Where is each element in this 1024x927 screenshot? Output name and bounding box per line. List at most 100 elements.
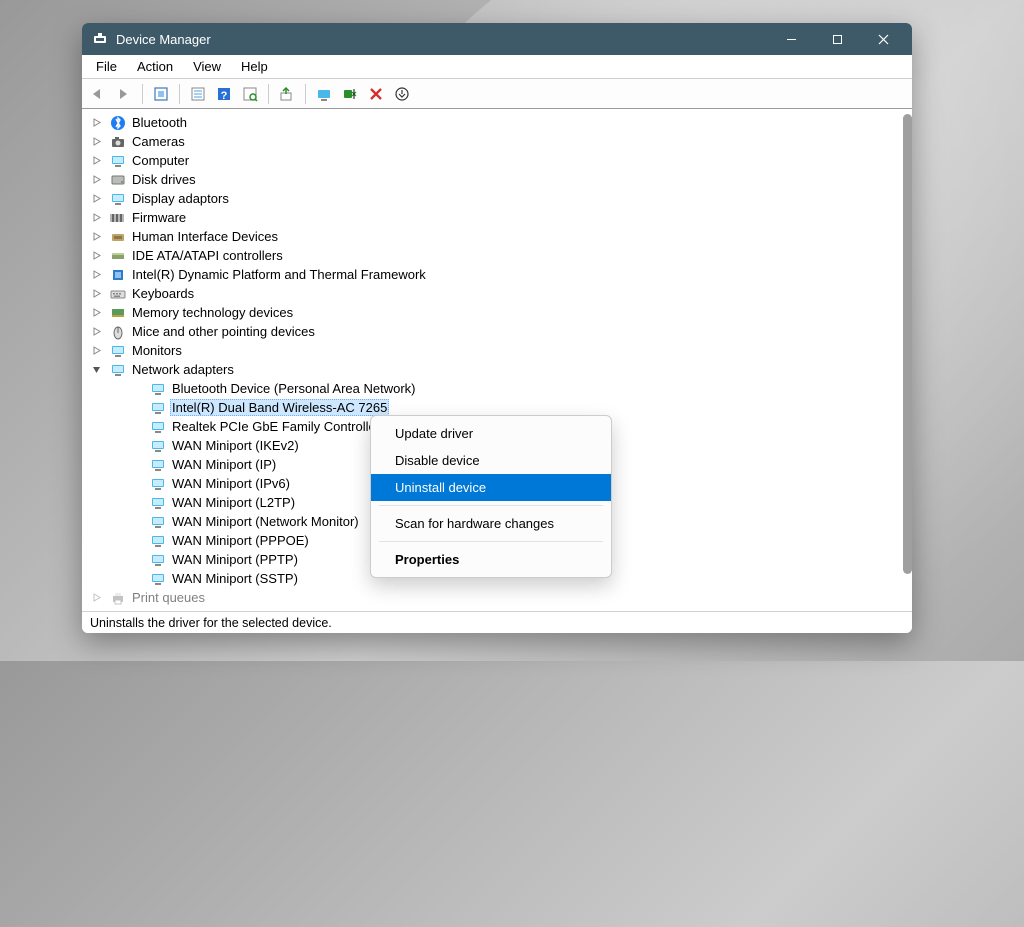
ctx-separator (379, 541, 603, 542)
show-hidden-button[interactable] (149, 82, 173, 106)
tree-category[interactable]: Computer (82, 151, 902, 170)
uninstall-device-button[interactable] (364, 82, 388, 106)
bluetooth-icon (110, 115, 126, 131)
tree-category[interactable]: Cameras (82, 132, 902, 151)
chip-icon (110, 267, 126, 283)
network-adapter-icon (150, 552, 166, 568)
network-adapter-icon (150, 476, 166, 492)
tree-category[interactable]: Disk drives (82, 170, 902, 189)
scan-hardware-button[interactable] (390, 82, 414, 106)
keyboard-icon (110, 286, 126, 302)
ctx-update-driver[interactable]: Update driver (371, 420, 611, 447)
expand-icon[interactable] (92, 308, 104, 317)
tree-device-label: WAN Miniport (IPv6) (170, 476, 292, 491)
menu-action[interactable]: Action (129, 57, 181, 76)
tree-category[interactable]: Mice and other pointing devices (82, 322, 902, 341)
camera-icon (110, 134, 126, 150)
tree-device-label: Intel(R) Dual Band Wireless-AC 7265 (170, 399, 389, 416)
tree-device-label: WAN Miniport (PPPOE) (170, 533, 311, 548)
expand-icon[interactable] (92, 232, 104, 241)
ctx-disable-device[interactable]: Disable device (371, 447, 611, 474)
ctx-properties[interactable]: Properties (371, 546, 611, 573)
ctx-scan-hardware[interactable]: Scan for hardware changes (371, 510, 611, 537)
menu-file[interactable]: File (88, 57, 125, 76)
expand-icon[interactable] (92, 289, 104, 298)
network-adapter-icon (150, 571, 166, 587)
titlebar[interactable]: Device Manager (82, 23, 912, 55)
status-text: Uninstalls the driver for the selected d… (90, 616, 332, 630)
update-driver-button[interactable] (275, 82, 299, 106)
mouse-icon (110, 324, 126, 340)
help-button[interactable]: ? (212, 82, 236, 106)
network-adapter-icon (150, 533, 166, 549)
tree-category[interactable]: Keyboards (82, 284, 902, 303)
collapse-icon[interactable] (92, 365, 104, 374)
tree-category[interactable]: Print queues (82, 588, 902, 607)
tree-device-label: WAN Miniport (PPTP) (170, 552, 300, 567)
tree-category[interactable]: Firmware (82, 208, 902, 227)
maximize-button[interactable] (814, 23, 860, 55)
properties-button[interactable] (186, 82, 210, 106)
expand-icon[interactable] (92, 137, 104, 146)
tree-category[interactable]: Network adapters (82, 360, 902, 379)
menubar: File Action View Help (82, 55, 912, 79)
expand-icon[interactable] (92, 175, 104, 184)
tree-device-label: WAN Miniport (IKEv2) (170, 438, 301, 453)
svg-text:?: ? (221, 90, 228, 102)
close-button[interactable] (860, 23, 906, 55)
toolbar: ? (82, 79, 912, 109)
network-adapter-icon (150, 514, 166, 530)
tree-category[interactable]: Human Interface Devices (82, 227, 902, 246)
tree-category-label: Intel(R) Dynamic Platform and Thermal Fr… (130, 267, 428, 282)
toolbar-separator (142, 84, 143, 104)
expand-icon[interactable] (92, 213, 104, 222)
toolbar-separator (305, 84, 306, 104)
tree-category[interactable]: Intel(R) Dynamic Platform and Thermal Fr… (82, 265, 902, 284)
tree-device-label: Realtek PCIe GbE Family Controlle (170, 419, 378, 434)
context-menu: Update driver Disable device Uninstall d… (370, 415, 612, 578)
expand-icon[interactable] (92, 346, 104, 355)
expand-icon[interactable] (92, 156, 104, 165)
expand-icon[interactable] (92, 194, 104, 203)
tree-category[interactable]: Memory technology devices (82, 303, 902, 322)
enable-device-button[interactable] (312, 82, 336, 106)
tree-category-label: Memory technology devices (130, 305, 295, 320)
expand-icon[interactable] (92, 118, 104, 127)
tree-device-label: WAN Miniport (L2TP) (170, 495, 297, 510)
menu-help[interactable]: Help (233, 57, 276, 76)
back-button[interactable] (86, 82, 110, 106)
tree-category-label: Display adaptors (130, 191, 231, 206)
minimize-button[interactable] (768, 23, 814, 55)
tree-category-label: Firmware (130, 210, 188, 225)
expand-icon[interactable] (92, 593, 104, 602)
disk-icon (110, 172, 126, 188)
expand-icon[interactable] (92, 327, 104, 336)
tree-category[interactable]: Monitors (82, 341, 902, 360)
tree-category-label: Monitors (130, 343, 184, 358)
expand-icon[interactable] (92, 251, 104, 260)
ctx-uninstall-device[interactable]: Uninstall device (371, 474, 611, 501)
tree-category[interactable]: IDE ATA/ATAPI controllers (82, 246, 902, 265)
tree-category[interactable]: Display adaptors (82, 189, 902, 208)
tree-category[interactable]: Bluetooth (82, 113, 902, 132)
tree-category-label: Cameras (130, 134, 187, 149)
vertical-scrollbar[interactable] (903, 114, 912, 574)
tree-category-label: Bluetooth (130, 115, 189, 130)
ctx-separator (379, 505, 603, 506)
tree-category-label: Disk drives (130, 172, 198, 187)
scan-button[interactable] (238, 82, 262, 106)
network-adapter-icon (150, 438, 166, 454)
expand-icon[interactable] (92, 270, 104, 279)
tree-category-label: Network adapters (130, 362, 236, 377)
monitor-icon (110, 343, 126, 359)
tree-device-label: WAN Miniport (SSTP) (170, 571, 300, 586)
network-adapter-icon (150, 457, 166, 473)
menu-view[interactable]: View (185, 57, 229, 76)
window-title: Device Manager (116, 32, 211, 47)
tree-category-label: IDE ATA/ATAPI controllers (130, 248, 285, 263)
forward-button[interactable] (112, 82, 136, 106)
network-adapter-icon (150, 400, 166, 416)
disable-device-button[interactable] (338, 82, 362, 106)
network-adapter-icon (150, 419, 166, 435)
tree-device[interactable]: Bluetooth Device (Personal Area Network) (82, 379, 902, 398)
